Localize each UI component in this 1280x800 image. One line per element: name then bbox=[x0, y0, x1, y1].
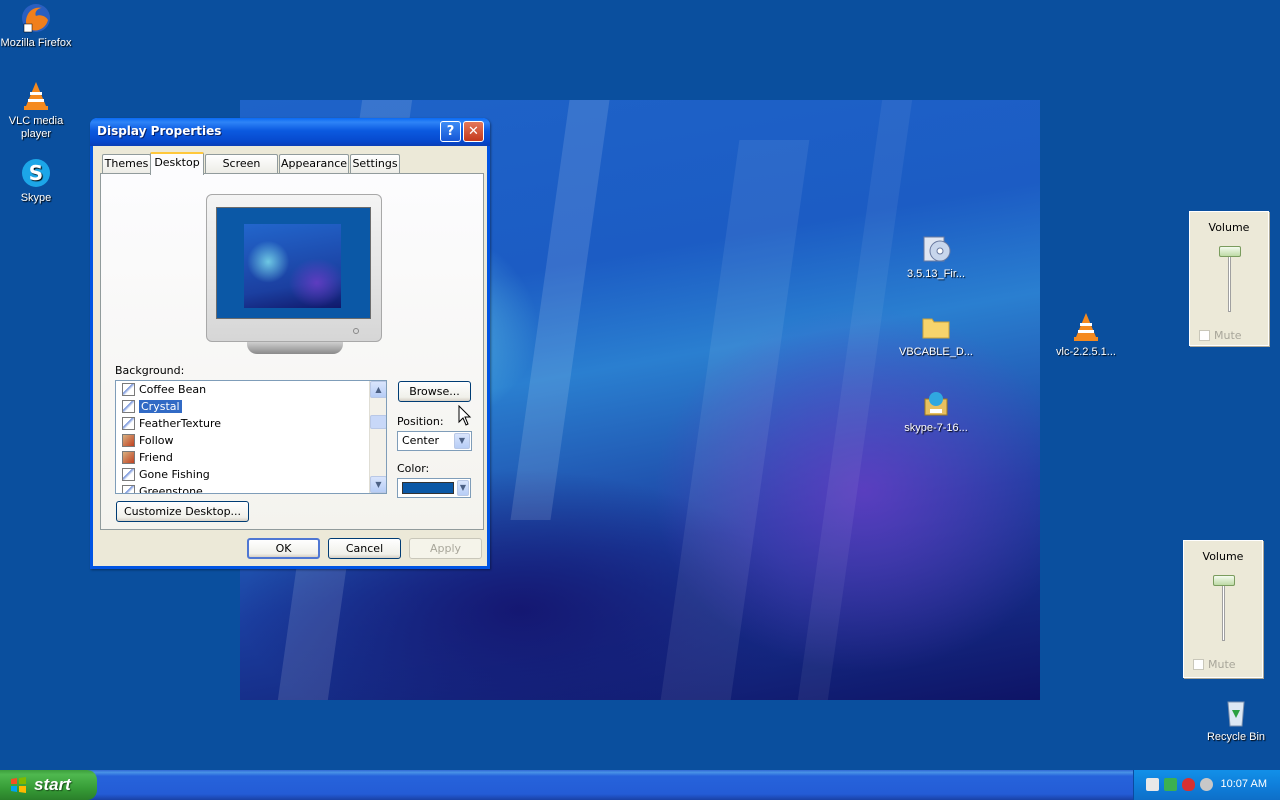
speaker-icon[interactable] bbox=[1200, 778, 1213, 791]
scroll-down-icon[interactable]: ▼ bbox=[370, 476, 386, 493]
customize-desktop-button[interactable]: Customize Desktop... bbox=[116, 501, 249, 522]
position-value: Center bbox=[402, 434, 440, 447]
update-icon[interactable] bbox=[1164, 778, 1177, 791]
list-item[interactable]: FeatherTexture bbox=[116, 415, 386, 432]
checkbox-icon bbox=[1199, 330, 1210, 341]
volume-slider-thumb[interactable] bbox=[1213, 575, 1235, 586]
monitor-power-led bbox=[353, 328, 359, 334]
checkbox-icon bbox=[1193, 659, 1204, 670]
chevron-down-icon[interactable]: ▼ bbox=[457, 480, 469, 496]
desktop-icon-vlc[interactable]: VLC media player bbox=[0, 80, 76, 141]
background-listbox[interactable]: Coffee Bean Crystal FeatherTexture Follo… bbox=[115, 380, 387, 494]
list-item[interactable]: Coffee Bean bbox=[116, 381, 386, 398]
apply-button[interactable]: Apply bbox=[409, 538, 482, 559]
desktop-icon-label: Recycle Bin bbox=[1206, 731, 1266, 743]
firefox-icon bbox=[22, 4, 50, 33]
clock[interactable]: 10:07 AM bbox=[1221, 778, 1267, 790]
background-file-icon bbox=[122, 417, 135, 430]
scroll-up-icon[interactable]: ▲ bbox=[370, 381, 386, 398]
volume-title: Volume bbox=[1208, 221, 1250, 234]
monitor-stand bbox=[247, 342, 343, 354]
browse-button[interactable]: Browse... bbox=[398, 381, 471, 402]
dialog-titlebar[interactable]: Display Properties ? ✕ bbox=[90, 118, 490, 146]
display-properties-dialog: Display Properties ? ✕ Themes Desktop Sc… bbox=[90, 118, 490, 569]
vlc-icon bbox=[24, 82, 48, 110]
volume-slider-track[interactable] bbox=[1222, 577, 1225, 641]
list-item-selected[interactable]: Crystal bbox=[116, 398, 386, 415]
desktop-icon-skype[interactable]: S Skype bbox=[0, 157, 76, 205]
desktop-icon-label: 3.5.13_Fir... bbox=[906, 268, 966, 280]
mouse-cursor-icon bbox=[458, 405, 472, 426]
svg-text:S: S bbox=[29, 161, 43, 185]
mute-checkbox[interactable]: Mute bbox=[1199, 329, 1242, 342]
mute-label: Mute bbox=[1214, 329, 1242, 342]
wallpaper-preview-image bbox=[244, 224, 341, 308]
desktop-icon-label: vlc-2.2.5.1... bbox=[1056, 346, 1116, 358]
background-file-icon bbox=[122, 485, 135, 493]
picture-file-icon bbox=[122, 451, 135, 464]
chevron-down-icon[interactable]: ▼ bbox=[454, 433, 470, 449]
desktop-icon-label: VBCABLE_D... bbox=[899, 346, 973, 358]
volume-control-panel: Volume Mute bbox=[1189, 211, 1269, 346]
network-icon[interactable] bbox=[1146, 778, 1159, 791]
list-item[interactable]: Gone Fishing bbox=[116, 466, 386, 483]
ok-button[interactable]: OK bbox=[247, 538, 320, 559]
list-item[interactable]: Greenstone bbox=[116, 483, 386, 493]
tab-settings[interactable]: Settings bbox=[350, 154, 400, 174]
security-shield-icon[interactable] bbox=[1182, 778, 1195, 791]
position-label: Position: bbox=[397, 415, 444, 428]
monitor-preview bbox=[206, 194, 382, 342]
monitor-screen bbox=[216, 207, 371, 319]
dialog-title: Display Properties bbox=[97, 124, 222, 138]
mute-checkbox[interactable]: Mute bbox=[1193, 658, 1236, 671]
volume-slider-track[interactable] bbox=[1228, 248, 1231, 312]
close-button[interactable]: ✕ bbox=[463, 121, 484, 142]
picture-file-icon bbox=[122, 434, 135, 447]
desktop-icon-label: Skype bbox=[20, 192, 52, 204]
tab-desktop[interactable]: Desktop bbox=[150, 152, 204, 175]
desktop-icon-recycle-bin[interactable]: Recycle Bin bbox=[1196, 696, 1276, 744]
color-picker-button[interactable]: ▼ bbox=[397, 478, 471, 498]
volume-slider-thumb[interactable] bbox=[1219, 246, 1241, 257]
tab-themes[interactable]: Themes bbox=[102, 154, 151, 174]
color-swatch bbox=[402, 482, 454, 494]
desktop-icon-label: Mozilla Firefox bbox=[0, 37, 72, 49]
scroll-thumb[interactable] bbox=[370, 415, 386, 429]
system-tray: 10:07 AM bbox=[1133, 770, 1280, 800]
desktop-icon-installer[interactable]: 3.5.13_Fir... bbox=[896, 233, 976, 281]
cancel-button[interactable]: Cancel bbox=[328, 538, 401, 559]
volume-control-panel: Volume Mute bbox=[1183, 540, 1263, 678]
list-item[interactable]: Follow bbox=[116, 432, 386, 449]
desktop-icon-folder[interactable]: VBCABLE_D... bbox=[896, 311, 976, 359]
background-file-icon bbox=[122, 383, 135, 396]
desktop-tab-panel: Background: Coffee Bean Crystal FeatherT… bbox=[100, 173, 484, 530]
list-item[interactable]: Friend bbox=[116, 449, 386, 466]
color-label: Color: bbox=[397, 462, 430, 475]
background-label: Background: bbox=[115, 364, 185, 377]
installer-disc-icon bbox=[923, 236, 951, 262]
skype-icon: S bbox=[22, 159, 50, 187]
desktop-icon-vlc-installer[interactable]: vlc-2.2.5.1... bbox=[1046, 311, 1126, 359]
desktop-icon-label: VLC media player bbox=[8, 115, 64, 140]
listbox-scrollbar[interactable]: ▲ ▼ bbox=[369, 381, 386, 493]
setup-package-icon bbox=[924, 392, 948, 416]
taskbar: start 10:07 AM bbox=[0, 770, 1280, 800]
position-dropdown[interactable]: Center ▼ bbox=[397, 431, 472, 451]
desktop-icon-skype-setup[interactable]: skype-7-16... bbox=[896, 387, 976, 435]
help-button[interactable]: ? bbox=[440, 121, 461, 142]
tab-appearance[interactable]: Appearance bbox=[279, 154, 349, 174]
desktop-icon-firefox[interactable]: Mozilla Firefox bbox=[0, 2, 76, 50]
mute-label: Mute bbox=[1208, 658, 1236, 671]
folder-icon bbox=[922, 318, 950, 339]
desktop-icon-label: skype-7-16... bbox=[904, 422, 968, 434]
tab-screen-saver[interactable]: Screen Saver bbox=[205, 154, 278, 188]
background-file-icon bbox=[122, 468, 135, 481]
background-file-icon bbox=[122, 400, 135, 413]
vlc-icon bbox=[1074, 313, 1098, 341]
start-button[interactable]: start bbox=[0, 770, 97, 800]
recycle-bin-icon bbox=[1227, 701, 1245, 727]
start-label: start bbox=[34, 775, 71, 794]
windows-logo-icon bbox=[11, 777, 26, 793]
volume-title: Volume bbox=[1202, 550, 1244, 563]
